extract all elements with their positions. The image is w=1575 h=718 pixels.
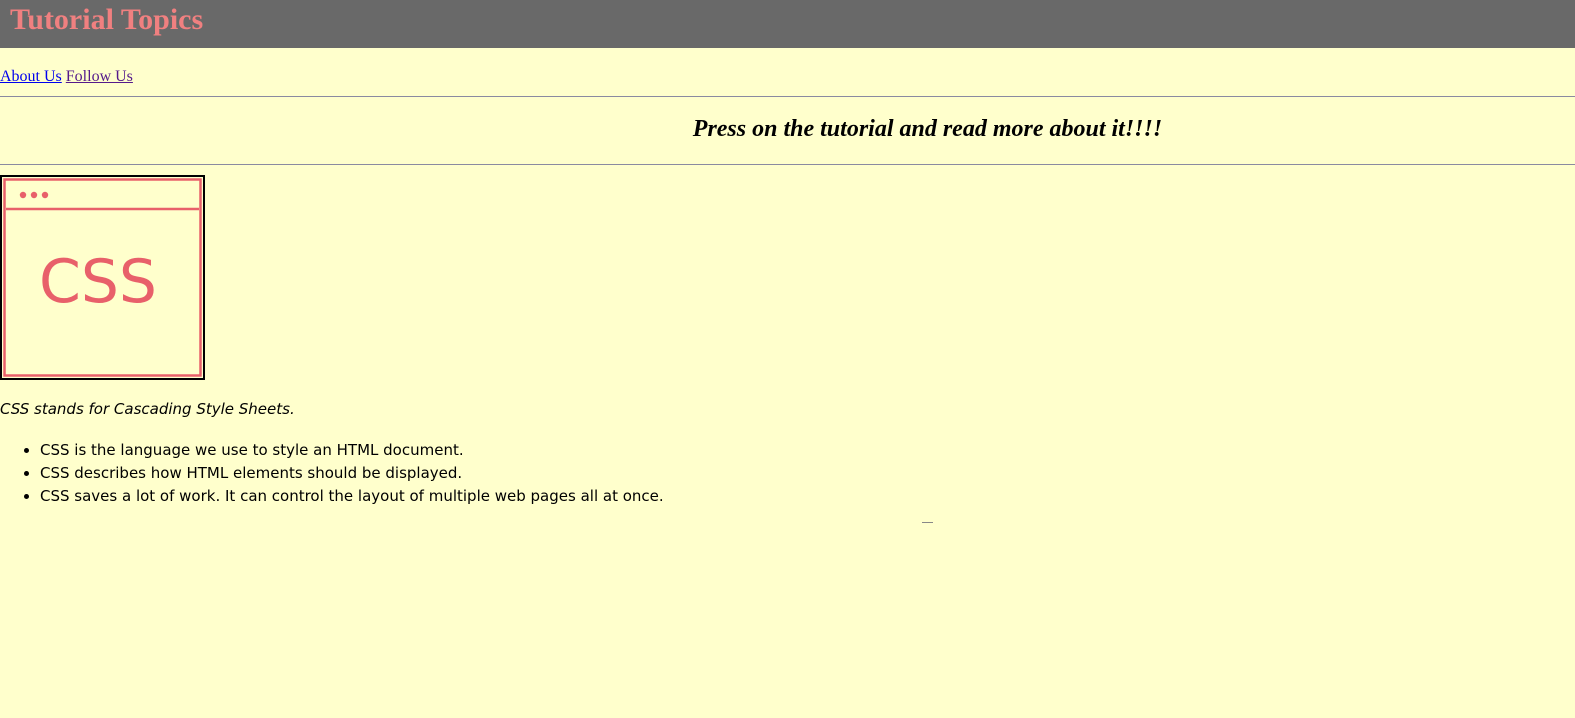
page-header: Tutorial Topics	[0, 0, 1575, 48]
divider-bottom	[0, 164, 1575, 165]
follow-us-link[interactable]: Follow Us	[66, 68, 133, 85]
tagline: Press on the tutorial and read more abou…	[692, 116, 1163, 142]
tile-label: CSS	[39, 247, 157, 317]
page-title: Tutorial Topics	[10, 3, 204, 36]
css-tutorial-link[interactable]: CSS	[0, 175, 205, 380]
divider-top	[0, 96, 1575, 97]
top-nav: About Us Follow Us	[0, 68, 133, 86]
browser-window-icon: CSS	[3, 178, 202, 377]
css-facts-list: CSS is the language we use to style an H…	[0, 439, 664, 508]
list-item: CSS describes how HTML elements should b…	[40, 462, 664, 485]
list-item: CSS is the language we use to style an H…	[40, 439, 664, 462]
list-item: CSS saves a lot of work. It can control …	[40, 485, 664, 508]
small-divider	[922, 522, 933, 523]
about-us-link[interactable]: About Us	[0, 68, 62, 85]
css-description: CSS stands for Cascading Style Sheets.	[0, 400, 295, 418]
